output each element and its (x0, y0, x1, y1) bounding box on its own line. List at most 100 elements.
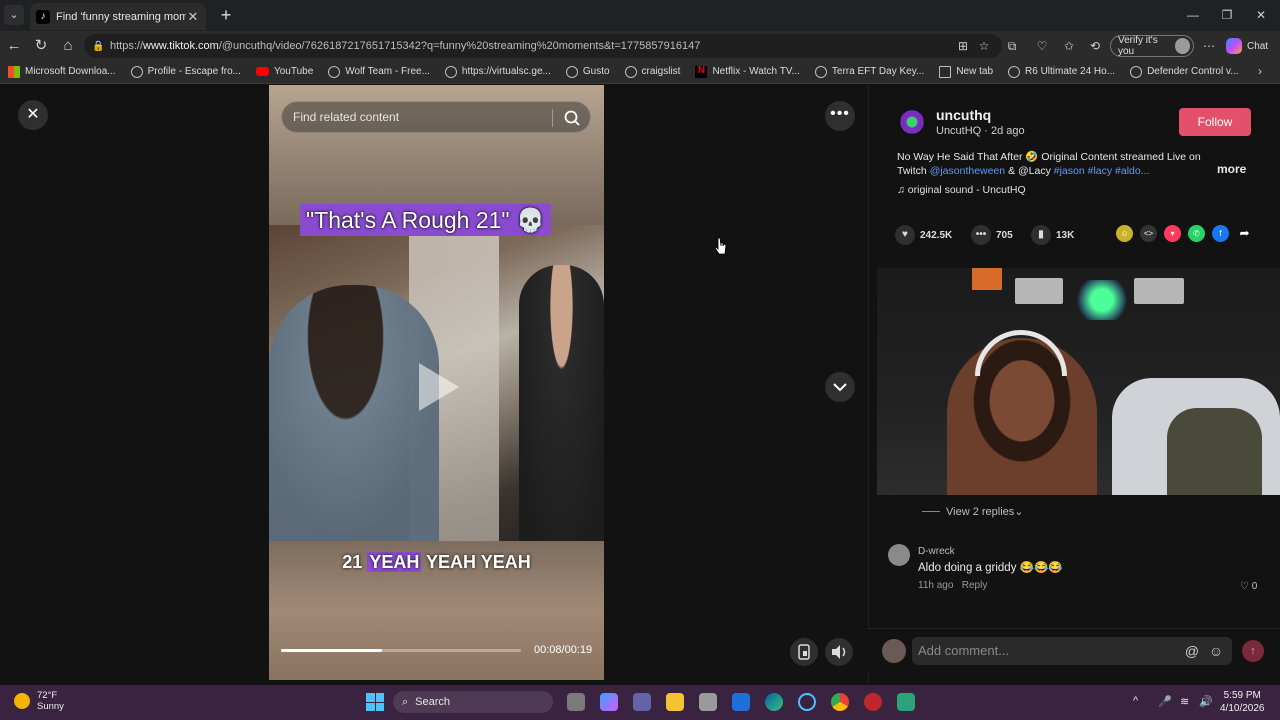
mention-link[interactable]: @jasontheween (930, 165, 1005, 177)
bookmark-item[interactable]: https://virtualsc.ge... (444, 65, 551, 78)
bookmarks-overflow-chevron-icon[interactable]: › (1258, 64, 1262, 78)
embed-code-icon[interactable]: <> (1140, 225, 1157, 242)
comment-meta: 11h ago Reply (918, 580, 987, 591)
taskbar-search[interactable]: ⌕ Search (393, 691, 553, 713)
music-note-icon: ♫ (897, 184, 908, 196)
history-icon[interactable]: ⟲ (1086, 37, 1104, 55)
search-divider (552, 109, 553, 127)
comment-time: 11h ago (918, 580, 954, 591)
edge-icon[interactable] (765, 693, 783, 711)
bookmark-item[interactable]: Microsoft Downloa... (8, 65, 116, 78)
close-video-button[interactable]: ✕ (18, 100, 48, 130)
hashtag-links[interactable]: #jason #lacy #aldo... (1051, 165, 1150, 177)
verify-profile-button[interactable]: Verify it's you (1110, 35, 1194, 57)
speaker-icon[interactable]: 🔊 (1199, 695, 1213, 708)
wifi-icon[interactable]: ≋ (1180, 695, 1189, 708)
favorite-star-icon[interactable]: ☆ (975, 37, 993, 55)
minimize-button[interactable]: — (1178, 6, 1208, 24)
whatsapp-icon[interactable]: ✆ (1188, 225, 1205, 242)
close-tab-icon[interactable]: ✕ (186, 9, 200, 25)
bookmark-item[interactable]: Terra EFT Day Key... (814, 65, 924, 78)
weather-widget[interactable]: 72°F Sunny (14, 690, 64, 712)
facebook-icon[interactable]: f (1212, 225, 1229, 242)
overlay-person-couch (1167, 408, 1262, 495)
more-description-button[interactable]: more (1217, 162, 1246, 176)
microphone-icon[interactable]: 🎤 (1158, 695, 1172, 708)
search-icon[interactable] (562, 108, 582, 128)
stream-overlay-video[interactable] (877, 268, 1280, 495)
play-icon[interactable] (419, 363, 459, 411)
mention-icon[interactable]: @ (1183, 642, 1201, 660)
mention-link[interactable]: @Lacy (1018, 165, 1051, 177)
copilot-chat-button[interactable]: Chat (1226, 36, 1276, 56)
comment-avatar[interactable] (888, 544, 910, 566)
comment-reply-button[interactable]: Reply (962, 580, 988, 591)
new-tab-button[interactable]: + (216, 5, 236, 25)
creator-avatar[interactable] (897, 107, 927, 137)
send-comment-button[interactable]: ↑ (1242, 640, 1264, 662)
replies-line (922, 511, 940, 512)
bookmark-item[interactable]: New tab (939, 65, 993, 78)
start-button[interactable] (366, 693, 384, 711)
comment-like-button[interactable]: ♡ 0 (1240, 581, 1257, 592)
bookmark-item[interactable]: N Netflix - Watch TV... (695, 65, 800, 78)
related-search-input[interactable]: Find related content (281, 101, 591, 133)
address-bar[interactable]: 🔒 https://www.tiktok.com/@uncuthq/video/… (84, 34, 1002, 58)
share-arrow-icon[interactable]: ➦ (1236, 225, 1253, 242)
refresh-button[interactable]: ↻ (31, 36, 51, 56)
tray-overflow-icon[interactable]: ^ (1133, 695, 1138, 707)
like-button[interactable]: ♥ 242.5K (895, 225, 952, 245)
video-player[interactable]: Find related content "That's A Rough 21"… (269, 85, 604, 680)
send-icon[interactable]: ▾ (1164, 225, 1181, 242)
back-button[interactable]: ← (4, 36, 24, 56)
follow-button[interactable]: Follow (1179, 108, 1251, 136)
volume-button[interactable] (825, 638, 853, 666)
taskbar-clock[interactable]: 5:59 PM 4/10/2026 (1220, 689, 1265, 715)
store-icon[interactable] (699, 693, 717, 711)
favorites-icon[interactable]: ✩ (1060, 37, 1078, 55)
close-window-button[interactable]: ✕ (1246, 6, 1276, 24)
more-options-button[interactable]: ••• (825, 101, 855, 131)
app-red-icon[interactable] (864, 693, 882, 711)
bookmark-item[interactable]: YouTube (255, 66, 313, 77)
save-count: 13K (1056, 229, 1075, 241)
creator-username[interactable]: uncuthq (936, 107, 991, 123)
comment-text: Aldo doing a griddy 😂😂😂 (918, 562, 1063, 574)
tab-actions-menu-icon[interactable]: ⌄ (4, 5, 24, 25)
picture-in-picture-button[interactable] (790, 638, 818, 666)
video-progress-bar[interactable] (281, 649, 521, 652)
extensions-icon[interactable]: ⧉ (1003, 37, 1021, 55)
microsoft-icon (8, 65, 20, 78)
home-button[interactable]: ⌂ (58, 36, 78, 56)
file-explorer-icon[interactable] (666, 693, 684, 711)
bookmark-item[interactable]: craigslist (624, 65, 680, 78)
view-replies-button[interactable]: View 2 replies ⌄ (922, 505, 1024, 518)
video-person-back (519, 265, 604, 541)
bookmark-item[interactable]: Profile - Escape fro... (130, 65, 241, 78)
task-view-icon[interactable] (567, 693, 585, 711)
app-green-icon[interactable] (897, 693, 915, 711)
bookmark-item[interactable]: Wolf Team - Free... (328, 65, 430, 78)
ccleaner-icon[interactable] (798, 693, 816, 711)
share-friends-icon[interactable]: ☺ (1116, 225, 1133, 242)
restore-button[interactable]: ❐ (1212, 6, 1242, 24)
browser-essentials-icon[interactable]: ♡ (1033, 37, 1051, 55)
subtitle-highlight: YEAH (367, 552, 422, 572)
comment-author[interactable]: D-wreck (918, 546, 955, 557)
bookmark-item[interactable]: R6 Ultimate 24 Ho... (1008, 65, 1115, 78)
teams-icon[interactable] (633, 693, 651, 711)
save-button[interactable]: ▮ 13K (1031, 225, 1074, 245)
defender-icon[interactable] (732, 693, 750, 711)
chrome-icon[interactable] (831, 693, 849, 711)
youtube-icon (255, 67, 269, 76)
sound-link[interactable]: ♫ original sound - UncutHQ (897, 184, 1026, 196)
next-video-button[interactable] (825, 372, 855, 402)
more-options-icon[interactable]: ⋯ (1200, 37, 1218, 55)
emoji-icon[interactable]: ☺ (1207, 642, 1225, 660)
bookmark-item[interactable]: Defender Control v... (1130, 65, 1239, 78)
comment-button[interactable]: ••• 705 (971, 225, 1013, 245)
browser-tab-active[interactable]: ♪ Find 'funny streaming moments' o ✕ (30, 3, 206, 30)
copilot-taskbar-icon[interactable] (600, 693, 618, 711)
bookmark-item[interactable]: Gusto (565, 65, 610, 78)
app-available-icon[interactable]: ⊞ (954, 37, 972, 55)
